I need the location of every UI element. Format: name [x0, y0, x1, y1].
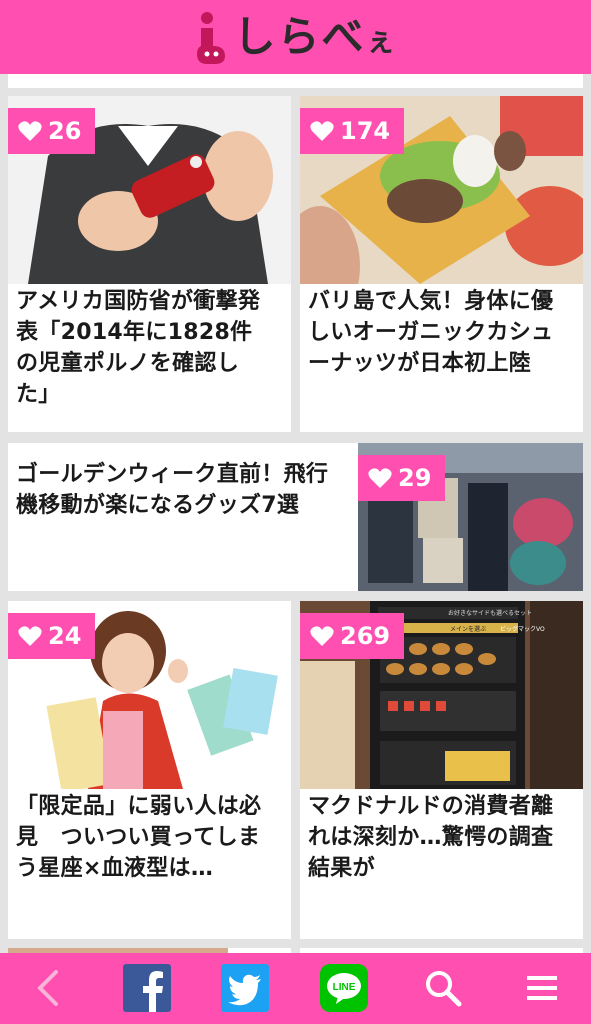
back-button[interactable]	[22, 963, 72, 1013]
menu-icon	[527, 976, 557, 1000]
like-count-badge: 29	[358, 455, 446, 501]
menu-button[interactable]	[517, 963, 567, 1013]
like-count: 24	[48, 622, 82, 650]
article-card[interactable]: 24 「限定品」に弱い人は必 見 ついつい買ってしま う星座×血液型は…	[8, 601, 291, 939]
menu-header-text: お好きなサイドも選べるセット	[448, 609, 532, 617]
app-header: しらべぇ	[0, 0, 591, 74]
article-title[interactable]: マクドナルドの消費者離 れは深刻か…驚愕の調査 結果が	[308, 791, 580, 884]
article-card[interactable]: 26 アメリカ国防省が衝撃発 表「2014年に1828件 の児童ポルノを確認し …	[8, 96, 291, 432]
twitter-share-button[interactable]	[220, 963, 270, 1013]
like-count: 269	[340, 622, 391, 650]
heart-icon	[368, 468, 392, 488]
facebook-share-button[interactable]	[122, 963, 172, 1013]
line-share-button[interactable]: LINE	[319, 963, 369, 1013]
like-count: 174	[340, 117, 391, 145]
like-count-badge: 174	[300, 108, 405, 154]
back-icon	[37, 970, 58, 1006]
menu-section-text: メインを選ぶ	[450, 625, 486, 633]
like-count: 29	[398, 464, 432, 492]
bottom-toolbar: LINE	[0, 953, 591, 1024]
logo-mark-icon	[197, 12, 226, 64]
heart-icon	[310, 626, 334, 646]
like-count-badge: 26	[8, 108, 96, 154]
line-label: LINE	[333, 982, 356, 993]
heart-icon	[310, 121, 334, 141]
search-button[interactable]	[418, 963, 468, 1013]
article-title[interactable]: アメリカ国防省が衝撃発 表「2014年に1828件 の児童ポルノを確認し た」	[16, 286, 288, 410]
heart-icon	[18, 121, 42, 141]
twitter-icon	[221, 964, 269, 1012]
like-count-badge: 24	[8, 613, 96, 659]
like-count-badge: 269	[300, 613, 405, 659]
article-card[interactable]: お好きなサイドも選べるセット メインを選ぶ ビッグマックVO 269 マクドナル…	[300, 601, 583, 939]
site-logo[interactable]: しらべぇ	[193, 10, 397, 64]
article-title[interactable]: ゴールデンウィーク直前！飛行 機移動が楽になるグッズ7選	[16, 459, 356, 521]
menu-badge-text: ビッグマックVO	[500, 625, 545, 633]
facebook-icon	[123, 964, 171, 1012]
like-count: 26	[48, 117, 82, 145]
article-card-wide[interactable]: ゴールデンウィーク直前！飛行 機移動が楽になるグッズ7選 29	[8, 443, 583, 591]
line-icon: LINE	[320, 964, 368, 1012]
heart-icon	[18, 626, 42, 646]
article-title[interactable]: バリ島で人気！身体に優 しいオーガニックカシュ ーナッツが日本初上陸	[308, 286, 580, 379]
article-card-partial-top[interactable]	[8, 74, 583, 88]
search-icon	[426, 971, 462, 1007]
logo-text: しらべぇ	[233, 12, 398, 61]
article-card[interactable]: 174 バリ島で人気！身体に優 しいオーガニックカシュ ーナッツが日本初上陸	[300, 96, 583, 432]
article-title[interactable]: 「限定品」に弱い人は必 見 ついつい買ってしま う星座×血液型は…	[16, 791, 288, 884]
